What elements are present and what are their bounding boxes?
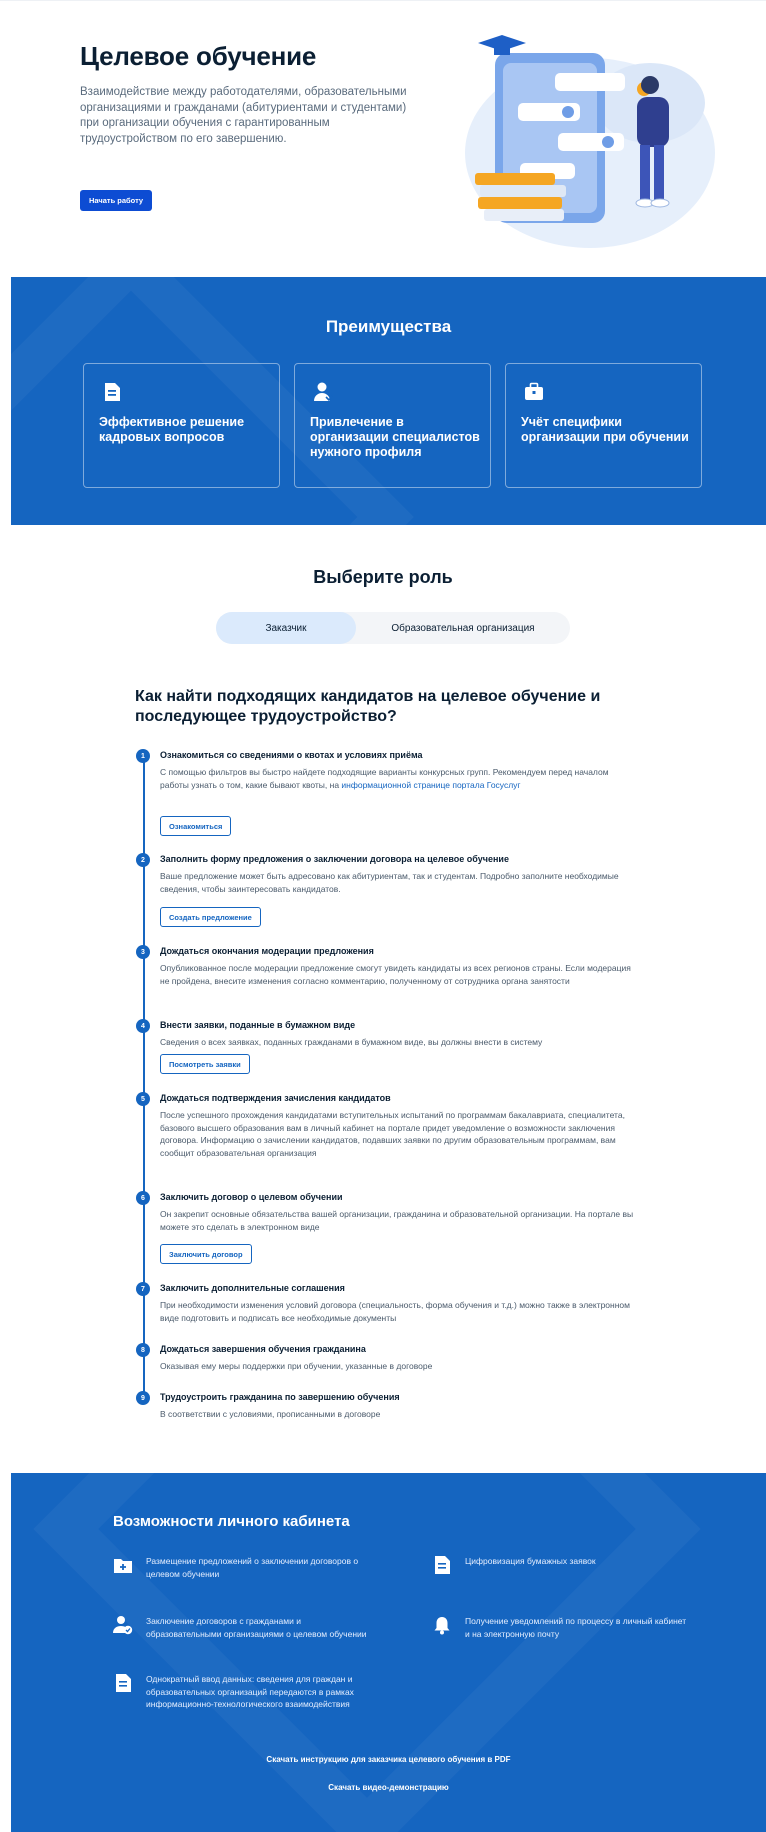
tab-customer[interactable]: Заказчик [216,612,356,644]
feature-text: Заключение договоров с гражданами и обра… [146,1616,367,1639]
document-icon [116,1674,131,1692]
cabinet-section: Возможности личного кабинета Размещение … [11,1473,766,1832]
step-title: Трудоустроить гражданина по завершению о… [160,1392,400,1402]
step-description: С помощью фильтров вы быстро найдете под… [160,766,635,791]
step-number: 6 [136,1191,150,1205]
download-instruction-link[interactable]: Скачать инструкцию для заказчика целевог… [11,1755,766,1764]
step-number: 3 [136,945,150,959]
step-number: 2 [136,853,150,867]
advantage-label: Эффективное решение кадровых вопросов [99,415,245,444]
feature-text: Размещение предложений о заключении дого… [146,1556,359,1579]
advantage-card-specifics: Учёт специфики организации при обучении [505,363,702,488]
step-title: Ознакомиться со сведениями о квотах и ус… [160,750,423,760]
steps-title: Как найти подходящих кандидатов на целев… [135,688,601,725]
step-title: Внести заявки, поданные в бумажном виде [160,1020,356,1030]
tab-educational-organization[interactable]: Образовательная организация [356,612,570,644]
advantages-section: Преимущества Эффективное решение кадровы… [11,277,766,525]
step-number: 5 [136,1092,150,1106]
step-title: Заполнить форму предложения о заключении… [160,854,509,864]
page-title: Целевое обучение [80,41,317,71]
step-number: 1 [136,749,150,763]
step-description: Сведения о всех заявках, поданных гражда… [160,1037,543,1047]
feature-text: Цифровизация бумажных заявок [465,1556,596,1566]
folder-plus-icon [114,1559,132,1573]
user-icon [314,382,333,402]
hero-illustration [465,35,715,248]
cabinet-title: Возможности личного кабинета [113,1513,350,1530]
download-video-link[interactable]: Скачать видео-демонстрацию [11,1783,766,1792]
step-number: 4 [136,1019,150,1033]
step-description: Ваше предложение может быть адресовано к… [160,871,619,894]
document-icon [435,1556,450,1574]
advantage-label: Привлечение в организации специалистов н… [310,415,480,459]
step-description: После успешного прохождения кандидатами … [160,1110,625,1158]
gosuslugi-info-link[interactable]: информационной странице портала Госуслуг [341,780,520,790]
step-title: Дождаться подтверждения зачисления канди… [160,1093,391,1103]
step-description: Он закрепит основные обязательства вашей… [160,1209,634,1232]
step-description: В соответствии с условиями, прописанными… [160,1409,381,1419]
step-title: Заключить договор о целевом обучении [160,1192,343,1202]
user-check-icon [113,1616,133,1635]
advantage-card-hr: Эффективное решение кадровых вопросов [83,363,280,488]
advantage-card-specialists: Привлечение в организации специалистов н… [294,363,491,488]
step-number: 9 [136,1391,150,1405]
role-switch: Заказчик Образовательная организация [216,612,570,644]
role-title: Выберите роль [313,567,453,587]
step-title: Дождаться окончания модерации предложени… [160,946,374,956]
step-number: 8 [136,1343,150,1357]
step-description: Оказывая ему меры поддержки при обучении… [160,1361,433,1371]
bell-icon [434,1617,450,1635]
step-description: Опубликованное после модерации предложен… [160,963,631,986]
step-description: При необходимости изменения условий дого… [160,1300,630,1323]
feature-text: Однократный ввод данных: сведения для гр… [146,1674,354,1709]
step-title: Дождаться завершения обучения гражданина [160,1344,366,1354]
hero-section: Целевое обучение Взаимодействие между ра… [0,0,766,277]
feature-text: Получение уведомлений по процессу в личн… [465,1616,687,1639]
hero-description: Взаимодействие между работодателями, обр… [80,86,407,145]
step-title: Заключить дополнительные соглашения [160,1283,345,1293]
advantage-label: Учёт специфики организации при обучении [521,415,689,444]
start-work-button[interactable]: Начать работу [80,190,153,211]
conclude-contract-button[interactable]: Заключить договор [160,1244,252,1264]
advantages-title: Преимущества [325,317,452,336]
familiarize-button[interactable]: Ознакомиться [160,816,232,836]
document-icon [105,383,120,401]
create-offer-button[interactable]: Создать предложение [160,907,261,927]
view-applications-button[interactable]: Посмотреть заявки [160,1054,250,1074]
briefcase-icon [525,382,543,400]
step-number: 7 [136,1282,150,1296]
